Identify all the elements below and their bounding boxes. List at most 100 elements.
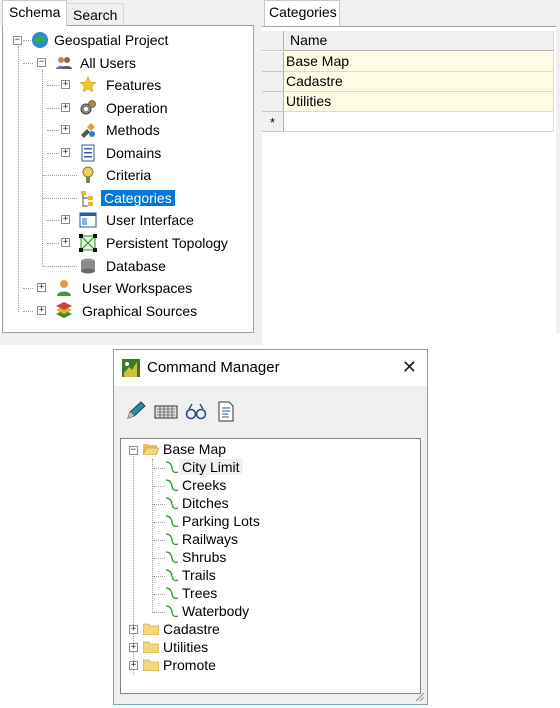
grid-header-row: Name [262, 31, 554, 51]
command-item-railways[interactable]: Railways [165, 530, 241, 548]
expand-toggle-operation[interactable]: + [61, 103, 70, 112]
resize-grip-icon[interactable] [413, 690, 425, 702]
tab-categories[interactable]: Categories [264, 0, 340, 26]
command-item-ditches[interactable]: Ditches [165, 494, 232, 512]
expand-toggle-cadastre[interactable]: + [129, 625, 138, 634]
expand-toggle-utilities[interactable]: + [129, 643, 138, 652]
topology-icon [79, 234, 97, 252]
tree-node-geospatial-project[interactable]: Geospatial Project [31, 30, 171, 50]
tree-node-methods[interactable]: Methods [79, 120, 163, 140]
tree-node-label: Persistent Topology [106, 235, 228, 251]
expand-toggle-persistent-topology[interactable]: + [61, 238, 70, 247]
tree-node-label: Railways [182, 531, 239, 547]
tree-node-user-interface[interactable]: User Interface [79, 210, 197, 230]
tree-node-label: User Interface [106, 212, 194, 228]
command-icon [165, 587, 179, 600]
tree-node-label: Trails [182, 567, 216, 583]
tree-node-categories[interactable]: Categories [79, 188, 175, 208]
tree-node-label-selected: Categories [101, 190, 175, 206]
tree-node-label: Cadastre [163, 621, 220, 637]
tree-node-label: Criteria [106, 167, 152, 183]
collapse-toggle-root[interactable]: − [13, 36, 22, 45]
categories-icon [81, 191, 93, 207]
row-header[interactable] [262, 52, 284, 72]
dialog-title: Command Manager [147, 359, 280, 376]
tree-node-label: Methods [106, 122, 160, 138]
folder-open-icon [143, 444, 159, 455]
expand-toggle-methods[interactable]: + [61, 125, 70, 134]
categories-grid: Name Base Map Cadastre Utilities * [262, 26, 556, 333]
tree-node-all-users[interactable]: All Users [55, 53, 139, 73]
command-icon [165, 569, 179, 582]
command-item-waterbody[interactable]: Waterbody [165, 602, 252, 620]
command-item-shrubs[interactable]: Shrubs [165, 548, 229, 566]
database-icon [81, 258, 95, 274]
tree-node-label: City Limit [179, 459, 243, 475]
tree-node-database[interactable]: Database [79, 256, 169, 276]
tree-folder-base-map[interactable]: Base Map [143, 440, 229, 458]
expand-toggle-domains[interactable]: + [61, 148, 70, 157]
tree-node-label: Database [106, 258, 166, 274]
new-row[interactable]: * [262, 112, 554, 132]
schema-tree[interactable]: − Geospatial Project − All Users + Featu… [2, 25, 254, 333]
pencil-icon[interactable] [124, 400, 148, 422]
command-item-trees[interactable]: Trees [165, 584, 220, 602]
methods-icon [81, 123, 95, 138]
tree-folder-utilities[interactable]: Utilities [143, 638, 211, 656]
command-icon [165, 605, 179, 618]
tree-folder-cadastre[interactable]: Cadastre [143, 620, 223, 638]
command-item-parking-lots[interactable]: Parking Lots [165, 512, 263, 530]
expand-toggle-graphical-sources[interactable]: + [37, 306, 46, 315]
row-header[interactable] [262, 92, 284, 112]
tree-folder-promote[interactable]: Promote [143, 656, 219, 674]
collapse-toggle-base-map[interactable]: − [129, 446, 138, 455]
command-icon [165, 515, 179, 528]
command-manager-dialog: Command Manager ✕ − Base Map City Limit … [113, 349, 428, 705]
close-button[interactable]: ✕ [402, 357, 417, 377]
table-row[interactable]: Utilities [262, 92, 554, 112]
tree-node-label: Parking Lots [182, 513, 260, 529]
expand-toggle-user-interface[interactable]: + [61, 215, 70, 224]
expand-toggle-promote[interactable]: + [129, 661, 138, 670]
dialog-titlebar[interactable]: Command Manager ✕ [114, 350, 427, 386]
row-header[interactable] [262, 72, 284, 92]
panel-footer [0, 333, 262, 345]
tree-node-features[interactable]: Features [79, 75, 164, 95]
command-item-creeks[interactable]: Creeks [165, 476, 229, 494]
tab-schema[interactable]: Schema [2, 0, 68, 26]
expand-toggle-features[interactable]: + [61, 80, 70, 89]
command-item-city-limit[interactable]: City Limit [165, 458, 243, 476]
tree-node-label: Graphical Sources [82, 303, 198, 319]
category-cell[interactable]: Utilities [284, 92, 554, 112]
binoculars-icon[interactable] [184, 400, 208, 422]
window-icon [79, 212, 97, 228]
tree-node-operation[interactable]: Operation [79, 98, 170, 118]
tree-node-user-workspaces[interactable]: User Workspaces [55, 278, 195, 298]
tab-search[interactable]: Search [66, 3, 125, 25]
tree-node-domains[interactable]: Domains [79, 143, 164, 163]
table-row[interactable]: Base Map [262, 52, 554, 72]
keyboard-icon[interactable] [154, 400, 178, 422]
category-cell[interactable]: Base Map [284, 52, 554, 72]
tree-node-label: Features [106, 77, 162, 93]
folder-icon [143, 641, 159, 653]
command-tree[interactable]: − Base Map City Limit Creeks Ditches Par… [120, 438, 421, 694]
command-item-trails[interactable]: Trails [165, 566, 219, 584]
tree-node-label: Creeks [182, 477, 227, 493]
star-icon [79, 76, 97, 93]
tree-node-persistent-topology[interactable]: Persistent Topology [79, 233, 231, 253]
category-cell[interactable]: Cadastre [284, 72, 554, 92]
users-icon [56, 57, 72, 69]
column-header-name[interactable]: Name [284, 31, 554, 51]
document-icon[interactable] [214, 400, 238, 422]
tree-node-criteria[interactable]: Criteria [79, 165, 154, 185]
tree-node-graphical-sources[interactable]: Graphical Sources [55, 301, 200, 321]
tree-node-label: Base Map [163, 441, 227, 457]
new-category-cell[interactable] [284, 112, 554, 132]
panel-gutter [254, 0, 262, 333]
tree-node-label: Promote [163, 657, 216, 673]
table-row[interactable]: Cadastre [262, 72, 554, 92]
collapse-toggle-all-users[interactable]: − [37, 58, 46, 67]
tree-node-label: Utilities [163, 639, 209, 655]
expand-toggle-user-workspaces[interactable]: + [37, 283, 46, 292]
